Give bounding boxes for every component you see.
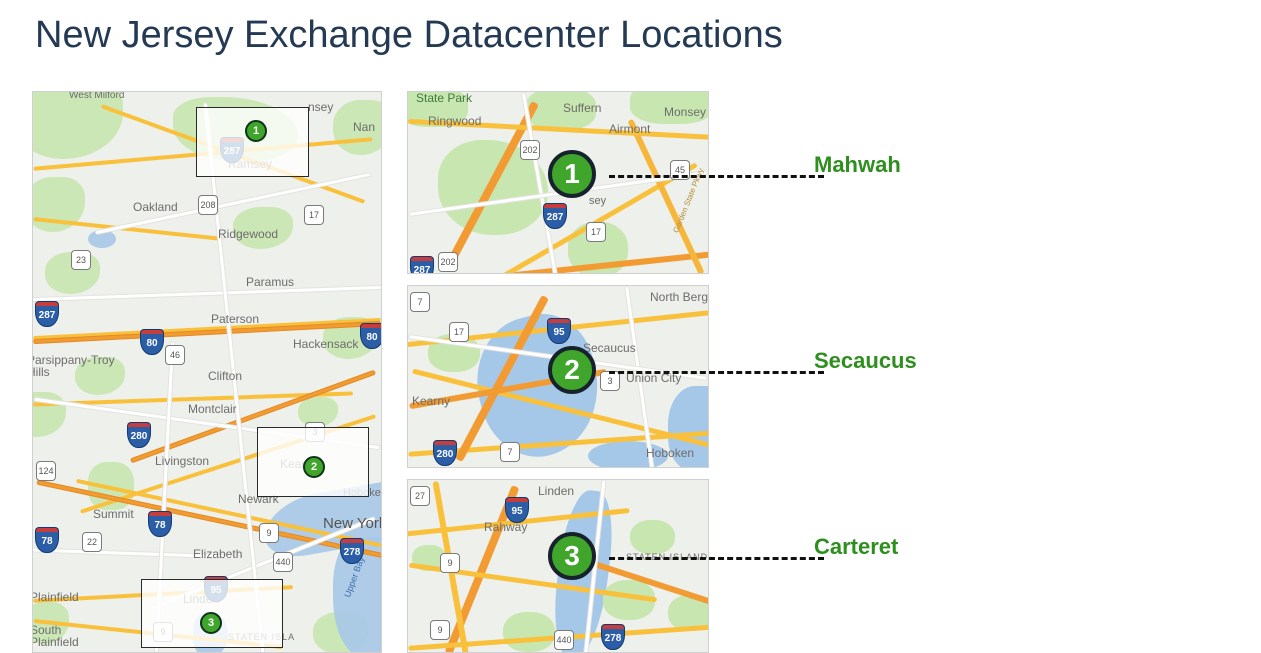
label-underline-2	[715, 378, 845, 384]
route-9a: 9	[259, 523, 279, 543]
detail-pin-2: 2	[548, 346, 596, 394]
place-plainfield: Plainfield	[32, 590, 79, 604]
shield-i78b: 78	[36, 528, 58, 552]
page-title: New Jersey Exchange Datacenter Locations	[35, 14, 783, 57]
d1-route-17: 17	[586, 222, 606, 242]
place-oakland: Oakland	[133, 200, 178, 214]
label-underline-1	[715, 182, 845, 188]
detail-pin-3: 3	[548, 532, 596, 580]
place-nsey: nsey	[308, 100, 333, 114]
connector-1	[609, 175, 824, 178]
d1-ringwood: Ringwood	[428, 114, 481, 128]
location-label-1: Mahwah	[814, 152, 901, 178]
d3-route-440: 440	[554, 630, 574, 650]
d2-route-17: 17	[449, 322, 469, 342]
d3-route-9a: 9	[440, 553, 460, 573]
place-nan: Nan	[353, 120, 375, 134]
d2-shield-95: 95	[548, 319, 570, 343]
place-clifton: Clifton	[208, 369, 242, 383]
overview-frame-2: 2	[257, 427, 369, 497]
route-17: 17	[304, 205, 324, 225]
overview-pin-3: 3	[200, 612, 222, 634]
d1-sey: sey	[589, 195, 606, 207]
d3-rahway: Rahway	[484, 520, 527, 534]
place-hackensack: Hackensack	[293, 337, 358, 351]
d3-shield-278: 278	[602, 625, 624, 649]
d1-route-202b: 202	[520, 140, 540, 160]
place-ridgewood: Ridgewood	[218, 227, 278, 241]
overview-map: West Milford nsey Nan Ramsey Oakland Rid…	[32, 91, 382, 653]
shield-i80a: 80	[141, 330, 163, 354]
d2-route-7b: 7	[500, 442, 520, 462]
route-23: 23	[71, 250, 91, 270]
place-paterson: Paterson	[211, 312, 259, 326]
overview-pin-1: 1	[245, 120, 267, 142]
d2-kearny: Kearny	[412, 394, 450, 408]
route-22: 22	[82, 532, 102, 552]
d1-statepark: State Park	[416, 91, 472, 105]
shield-i78a: 78	[149, 512, 171, 536]
connector-2	[609, 371, 824, 374]
place-summit: Summit	[93, 507, 134, 521]
d3-route-27: 27	[410, 486, 430, 506]
d2-shield-280: 280	[434, 441, 456, 465]
d1-airmont: Airmont	[609, 122, 650, 136]
location-label-2: Secaucus	[814, 348, 917, 374]
d1-shield-287a: 287	[544, 204, 566, 228]
shield-i80b: 80	[361, 324, 382, 348]
overview-pin-2: 2	[303, 456, 325, 478]
location-label-3: Carteret	[814, 534, 898, 560]
place-paramus: Paramus	[246, 275, 294, 289]
connector-3	[609, 557, 824, 560]
label-underline-3	[715, 564, 845, 570]
d1-monsey: Monsey	[664, 105, 706, 119]
route-46: 46	[165, 345, 185, 365]
d3-route-9b: 9	[430, 620, 450, 640]
place-westmilford: West Milford	[69, 91, 124, 101]
d3-linden: Linden	[538, 484, 574, 498]
d2-route-7a: 7	[410, 292, 430, 312]
detail-pin-1: 1	[548, 150, 596, 198]
place-parsippany: Parsippany-Troy Hills	[32, 354, 117, 378]
place-newyork: New York	[323, 515, 382, 532]
d3-shield-95: 95	[506, 498, 528, 522]
d2-route-3: 3	[600, 371, 620, 391]
d1-shield-287b: 287	[411, 257, 433, 274]
route-440: 440	[273, 552, 293, 572]
shield-i287b: 287	[36, 302, 58, 326]
detail-map-3: Linden Rahway STATEN ISLAND 95 278 27 9 …	[407, 479, 709, 653]
d2-hoboken: Hoboken	[646, 446, 694, 460]
d2-secaucus: Secaucus	[583, 341, 636, 355]
d2-northbergen: North Berg	[650, 290, 708, 304]
place-livingston: Livingston	[155, 454, 209, 468]
overview-frame-1: 1	[196, 107, 309, 177]
detail-map-2: Secaucus Union City Kearny Hoboken North…	[407, 285, 709, 468]
d1-suffern: Suffern	[563, 101, 601, 115]
place-elizabeth: Elizabeth	[193, 547, 242, 561]
overview-frame-3: 3	[141, 579, 283, 648]
route-124: 124	[36, 461, 56, 481]
d1-route-202a: 202	[438, 252, 458, 272]
shield-i280: 280	[128, 423, 150, 447]
place-montclair: Montclair	[188, 402, 237, 416]
detail-map-1: State Park Ringwood Suffern Airmont Mons…	[407, 91, 709, 274]
place-south-plainfield: South Plainfield	[32, 624, 90, 648]
route-208: 208	[198, 195, 218, 215]
shield-i278: 278	[341, 539, 363, 563]
